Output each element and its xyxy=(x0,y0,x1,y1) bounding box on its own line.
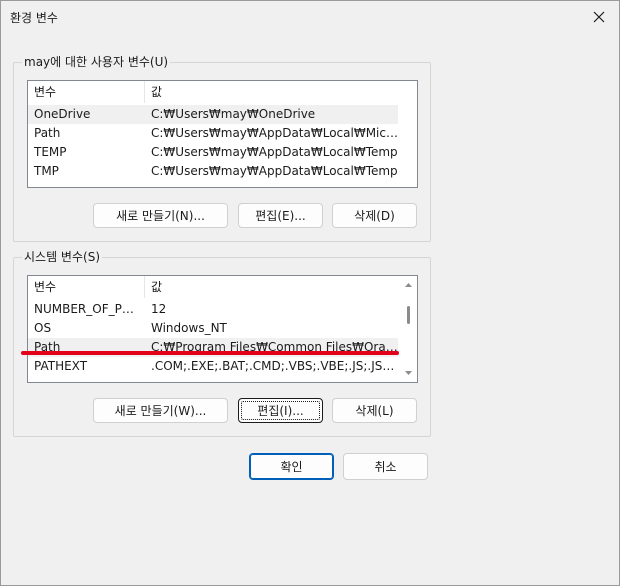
variable-name: OS xyxy=(34,321,52,335)
variable-value: .COM;.EXE;.BAT;.CMD;.VBS;.VBE;.JS;.JSE;.… xyxy=(151,359,398,373)
close-icon xyxy=(593,11,605,23)
list-header: 변수 값 xyxy=(28,276,417,298)
variable-name: Path xyxy=(34,126,61,140)
system-variables-group: 시스템 변수(S) 변수 값 NUMBER_OF_PRO... 12 OS Wi… xyxy=(13,250,431,437)
variable-name: OneDrive xyxy=(34,107,91,121)
scroll-up-arrow-icon[interactable] xyxy=(400,278,417,292)
ok-button[interactable]: 확인 xyxy=(249,453,334,480)
scroll-thumb[interactable] xyxy=(407,306,410,324)
system-variables-label: 시스템 변수(S) xyxy=(22,250,102,264)
list-item[interactable]: OneDrive C:₩Users₩may₩OneDrive xyxy=(28,105,398,124)
list-item[interactable]: TEMP C:₩Users₩may₩AppData₩Local₩Temp xyxy=(28,143,398,162)
list-item[interactable]: OS Windows_NT xyxy=(28,319,398,338)
list-item[interactable]: NUMBER_OF_PRO... 12 xyxy=(28,300,398,319)
variable-name: TEMP xyxy=(34,145,67,159)
window-title: 환경 변수 xyxy=(10,11,58,25)
column-header-value[interactable]: 값 xyxy=(145,81,415,103)
user-variables-label: may에 대한 사용자 변수(U) xyxy=(22,55,171,69)
system-variables-list[interactable]: 변수 값 NUMBER_OF_PRO... 12 OS Windows_NT P… xyxy=(27,275,418,383)
list-item[interactable]: PATHEXT .COM;.EXE;.BAT;.CMD;.VBS;.VBE;.J… xyxy=(28,357,398,376)
list-item[interactable]: TMP C:₩Users₩may₩AppData₩Local₩Temp xyxy=(28,162,398,181)
list-header: 변수 값 xyxy=(28,81,417,103)
cancel-button[interactable]: 취소 xyxy=(343,453,428,480)
system-new-button[interactable]: 새로 만들기(W)... xyxy=(93,398,228,423)
user-edit-button[interactable]: 편집(E)... xyxy=(238,203,323,228)
vertical-scrollbar[interactable] xyxy=(400,276,417,382)
variable-name: TMP xyxy=(34,164,59,178)
highlight-underline xyxy=(21,351,399,355)
variable-value: C:₩Users₩may₩OneDrive xyxy=(151,107,316,121)
user-variables-group: may에 대한 사용자 변수(U) 변수 값 OneDrive C:₩Users… xyxy=(13,55,431,242)
user-delete-button[interactable]: 삭제(D) xyxy=(332,203,417,228)
variable-name: NUMBER_OF_PRO... xyxy=(34,302,141,316)
variable-value: 12 xyxy=(151,302,167,316)
variable-value: C:₩Users₩may₩AppData₩Local₩Temp xyxy=(151,164,398,178)
focus-ring xyxy=(241,401,320,420)
variable-value: C:₩Users₩may₩AppData₩Local₩Temp xyxy=(151,145,398,159)
environment-variables-dialog: 환경 변수 may에 대한 사용자 변수(U) 변수 값 OneDrive C:… xyxy=(0,0,620,586)
title-bar: 환경 변수 xyxy=(1,1,619,33)
system-edit-button[interactable]: 편집(I)... xyxy=(238,398,323,423)
scroll-down-arrow-icon[interactable] xyxy=(400,366,417,380)
column-header-variable[interactable]: 변수 xyxy=(28,276,145,298)
close-button[interactable] xyxy=(579,1,619,33)
user-new-button[interactable]: 새로 만들기(N)... xyxy=(93,203,228,228)
variable-value: C:₩Users₩may₩AppData₩Local₩Microsoft... xyxy=(151,126,398,140)
column-header-value[interactable]: 값 xyxy=(145,276,400,298)
user-variables-list[interactable]: 변수 값 OneDrive C:₩Users₩may₩OneDrive Path… xyxy=(27,80,418,188)
variable-value: Windows_NT xyxy=(151,321,227,335)
system-delete-button[interactable]: 삭제(L) xyxy=(332,398,417,423)
list-item[interactable]: Path C:₩Users₩may₩AppData₩Local₩Microsof… xyxy=(28,124,398,143)
column-header-variable[interactable]: 변수 xyxy=(28,81,145,103)
variable-name: PATHEXT xyxy=(34,359,88,373)
